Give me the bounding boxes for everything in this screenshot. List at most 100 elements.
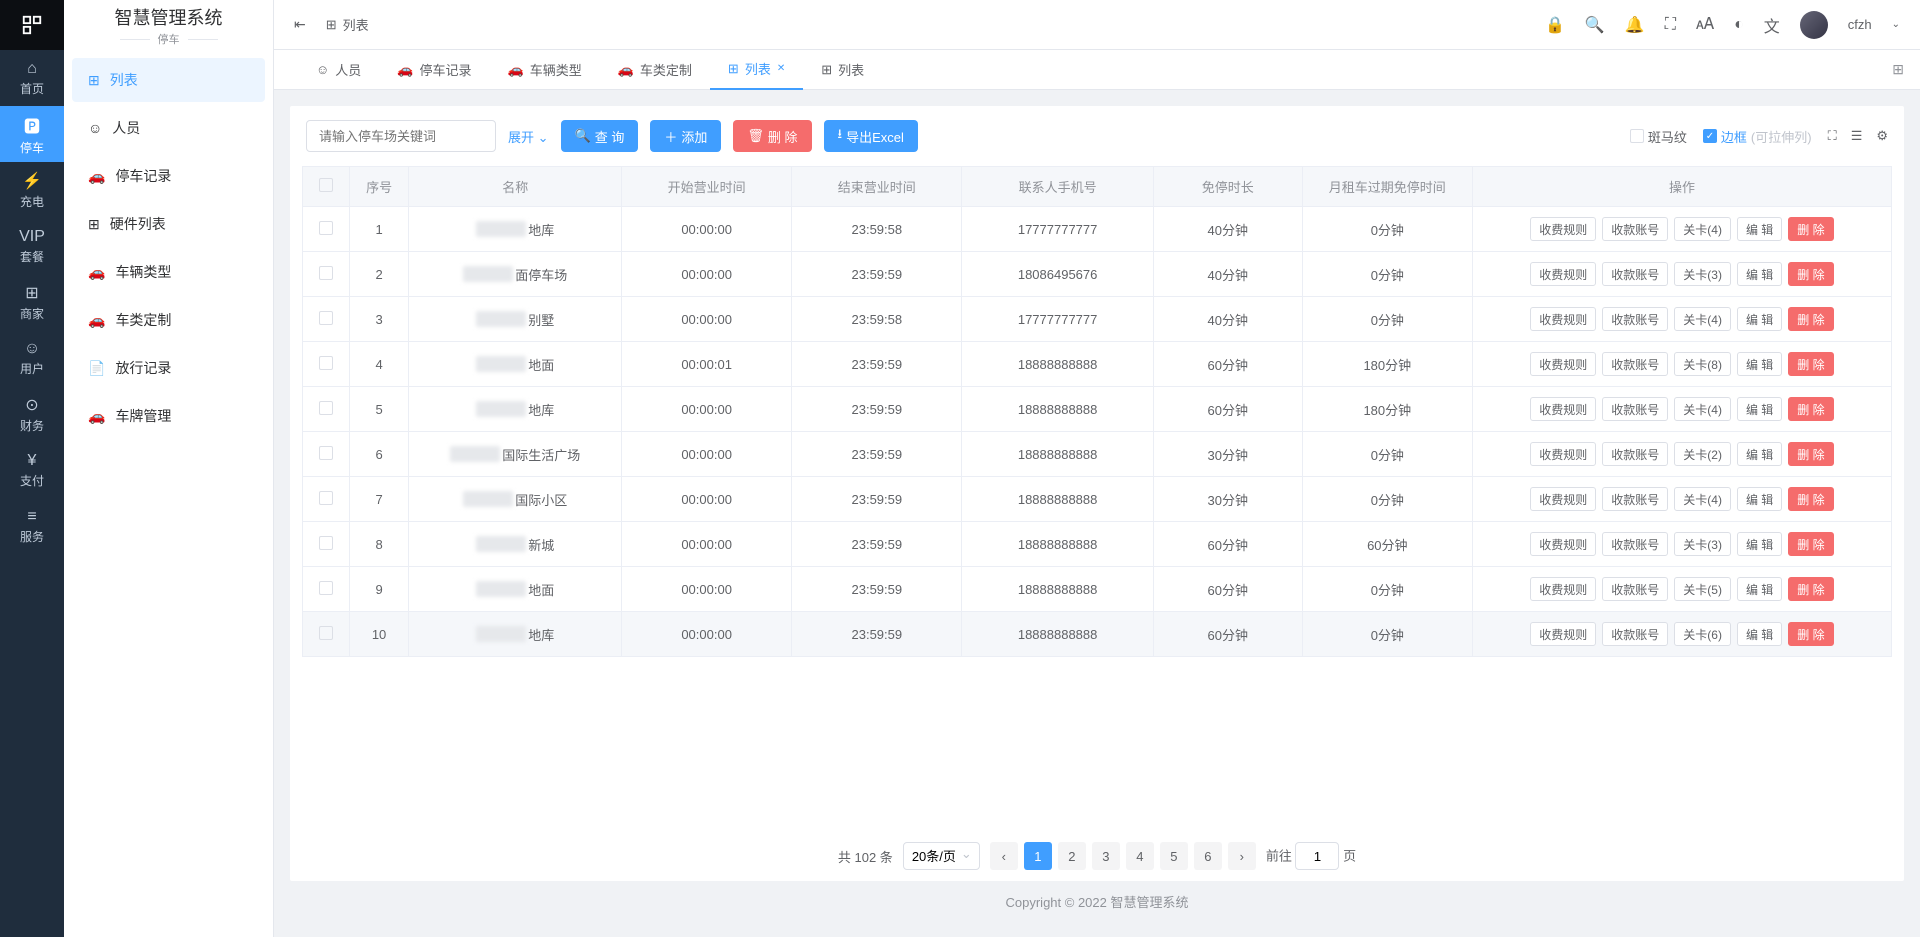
pay-account-button[interactable]: 收款账号 <box>1602 397 1668 421</box>
pay-account-button[interactable]: 收款账号 <box>1602 307 1668 331</box>
fullscreen-icon[interactable]: ⛶ <box>1665 16 1676 34</box>
row-checkbox[interactable] <box>319 401 333 415</box>
nav-item-用户[interactable]: ☺用户 <box>0 330 64 386</box>
avatar[interactable] <box>1800 11 1828 39</box>
fee-rule-button[interactable]: 收费规则 <box>1530 487 1596 511</box>
edit-button[interactable]: 编 辑 <box>1737 487 1782 511</box>
edit-button[interactable]: 编 辑 <box>1737 577 1782 601</box>
row-delete-button[interactable]: 删 除 <box>1788 622 1833 646</box>
row-delete-button[interactable]: 删 除 <box>1788 307 1833 331</box>
edit-button[interactable]: 编 辑 <box>1737 397 1782 421</box>
menu-item-车牌管理[interactable]: 🚗车牌管理 <box>72 394 265 438</box>
tab-列表[interactable]: ⊞列表✕ <box>710 50 803 90</box>
tab-列表[interactable]: ⊞列表 <box>803 50 882 90</box>
col-index[interactable]: 序号 <box>349 167 409 207</box>
row-delete-button[interactable]: 删 除 <box>1788 397 1833 421</box>
menu-item-列表[interactable]: ⊞列表 <box>72 58 265 102</box>
tab-车类定制[interactable]: 🚗车类定制 <box>600 50 710 90</box>
tab-车辆类型[interactable]: 🚗车辆类型 <box>490 50 600 90</box>
page-5[interactable]: 5 <box>1160 842 1188 870</box>
col-start[interactable]: 开始营业时间 <box>622 167 792 207</box>
gate-button[interactable]: 关卡(4) <box>1674 307 1731 331</box>
edit-button[interactable]: 编 辑 <box>1737 217 1782 241</box>
edit-button[interactable]: 编 辑 <box>1737 307 1782 331</box>
col-overdue[interactable]: 月租车过期免停时间 <box>1302 167 1472 207</box>
menu-item-车类定制[interactable]: 🚗车类定制 <box>72 298 265 342</box>
theme-icon[interactable]: ◐ <box>1734 16 1744 34</box>
gate-button[interactable]: 关卡(4) <box>1674 397 1731 421</box>
menu-item-放行记录[interactable]: 📄放行记录 <box>72 346 265 390</box>
page-1[interactable]: 1 <box>1024 842 1052 870</box>
page-size-select[interactable]: 20条/页 <box>903 842 980 870</box>
zebra-checkbox[interactable]: 斑马纹 <box>1630 127 1687 146</box>
pay-account-button[interactable]: 收款账号 <box>1602 217 1668 241</box>
fee-rule-button[interactable]: 收费规则 <box>1530 217 1596 241</box>
row-checkbox[interactable] <box>319 626 333 640</box>
row-delete-button[interactable]: 删 除 <box>1788 532 1833 556</box>
search-input[interactable] <box>306 120 496 152</box>
nav-item-服务[interactable]: ≡服务 <box>0 498 64 554</box>
menu-item-车辆类型[interactable]: 🚗车辆类型 <box>72 250 265 294</box>
export-button[interactable]: ⭳导出Excel <box>824 120 918 152</box>
menu-item-人员[interactable]: ☺人员 <box>72 106 265 150</box>
row-delete-button[interactable]: 删 除 <box>1788 442 1833 466</box>
gate-button[interactable]: 关卡(3) <box>1674 532 1731 556</box>
gate-button[interactable]: 关卡(6) <box>1674 622 1731 646</box>
nav-item-支付[interactable]: ¥支付 <box>0 442 64 498</box>
col-end[interactable]: 结束营业时间 <box>792 167 962 207</box>
pay-account-button[interactable]: 收款账号 <box>1602 622 1668 646</box>
fee-rule-button[interactable]: 收费规则 <box>1530 442 1596 466</box>
goto-input[interactable] <box>1295 842 1339 870</box>
row-checkbox[interactable] <box>319 536 333 550</box>
row-checkbox[interactable] <box>319 446 333 460</box>
pay-account-button[interactable]: 收款账号 <box>1602 532 1668 556</box>
edit-button[interactable]: 编 辑 <box>1737 262 1782 286</box>
row-delete-button[interactable]: 删 除 <box>1788 352 1833 376</box>
fee-rule-button[interactable]: 收费规则 <box>1530 397 1596 421</box>
fee-rule-button[interactable]: 收费规则 <box>1530 352 1596 376</box>
col-phone[interactable]: 联系人手机号 <box>962 167 1153 207</box>
edit-button[interactable]: 编 辑 <box>1737 352 1782 376</box>
gate-button[interactable]: 关卡(4) <box>1674 487 1731 511</box>
gate-button[interactable]: 关卡(5) <box>1674 577 1731 601</box>
row-checkbox[interactable] <box>319 356 333 370</box>
row-delete-button[interactable]: 删 除 <box>1788 262 1833 286</box>
edit-button[interactable]: 编 辑 <box>1737 442 1782 466</box>
row-delete-button[interactable]: 删 除 <box>1788 217 1833 241</box>
font-size-icon[interactable]: 🗚 <box>1696 16 1714 34</box>
nav-item-财务[interactable]: ⊙财务 <box>0 386 64 442</box>
fee-rule-button[interactable]: 收费规则 <box>1530 532 1596 556</box>
collapse-icon[interactable]: ⇤ <box>294 16 306 33</box>
nav-item-停车[interactable]: 🅿停车 <box>0 106 64 162</box>
pay-account-button[interactable]: 收款账号 <box>1602 442 1668 466</box>
pay-account-button[interactable]: 收款账号 <box>1602 352 1668 376</box>
menu-item-停车记录[interactable]: 🚗停车记录 <box>72 154 265 198</box>
page-6[interactable]: 6 <box>1194 842 1222 870</box>
chevron-down-icon[interactable]: ⌄ <box>1892 19 1900 30</box>
row-checkbox[interactable] <box>319 266 333 280</box>
add-button[interactable]: ＋添加 <box>650 120 721 152</box>
edit-button[interactable]: 编 辑 <box>1737 622 1782 646</box>
pay-account-button[interactable]: 收款账号 <box>1602 487 1668 511</box>
page-3[interactable]: 3 <box>1092 842 1120 870</box>
close-icon[interactable]: ✕ <box>777 63 785 74</box>
next-page-button[interactable]: › <box>1228 842 1256 870</box>
gate-button[interactable]: 关卡(2) <box>1674 442 1731 466</box>
settings-icon[interactable]: ⚙ <box>1876 128 1888 144</box>
tab-停车记录[interactable]: 🚗停车记录 <box>379 50 489 90</box>
col-free-duration[interactable]: 免停时长 <box>1153 167 1302 207</box>
pay-account-button[interactable]: 收款账号 <box>1602 262 1668 286</box>
fee-rule-button[interactable]: 收费规则 <box>1530 577 1596 601</box>
nav-item-充电[interactable]: ⚡充电 <box>0 162 64 218</box>
gate-button[interactable]: 关卡(8) <box>1674 352 1731 376</box>
fullscreen-table-icon[interactable]: ⛶ <box>1828 128 1837 144</box>
fee-rule-button[interactable]: 收费规则 <box>1530 262 1596 286</box>
row-checkbox[interactable] <box>319 221 333 235</box>
query-button[interactable]: 🔍查 询 <box>561 120 639 152</box>
nav-item-套餐[interactable]: VIP套餐 <box>0 218 64 274</box>
border-checkbox[interactable]: ✓边框 (可拉伸列) <box>1703 127 1812 146</box>
nav-item-商家[interactable]: ⊞商家 <box>0 274 64 330</box>
gate-button[interactable]: 关卡(4) <box>1674 217 1731 241</box>
username[interactable]: cfzh <box>1848 17 1872 32</box>
expand-link[interactable]: 展开 ⌄ <box>508 127 549 146</box>
